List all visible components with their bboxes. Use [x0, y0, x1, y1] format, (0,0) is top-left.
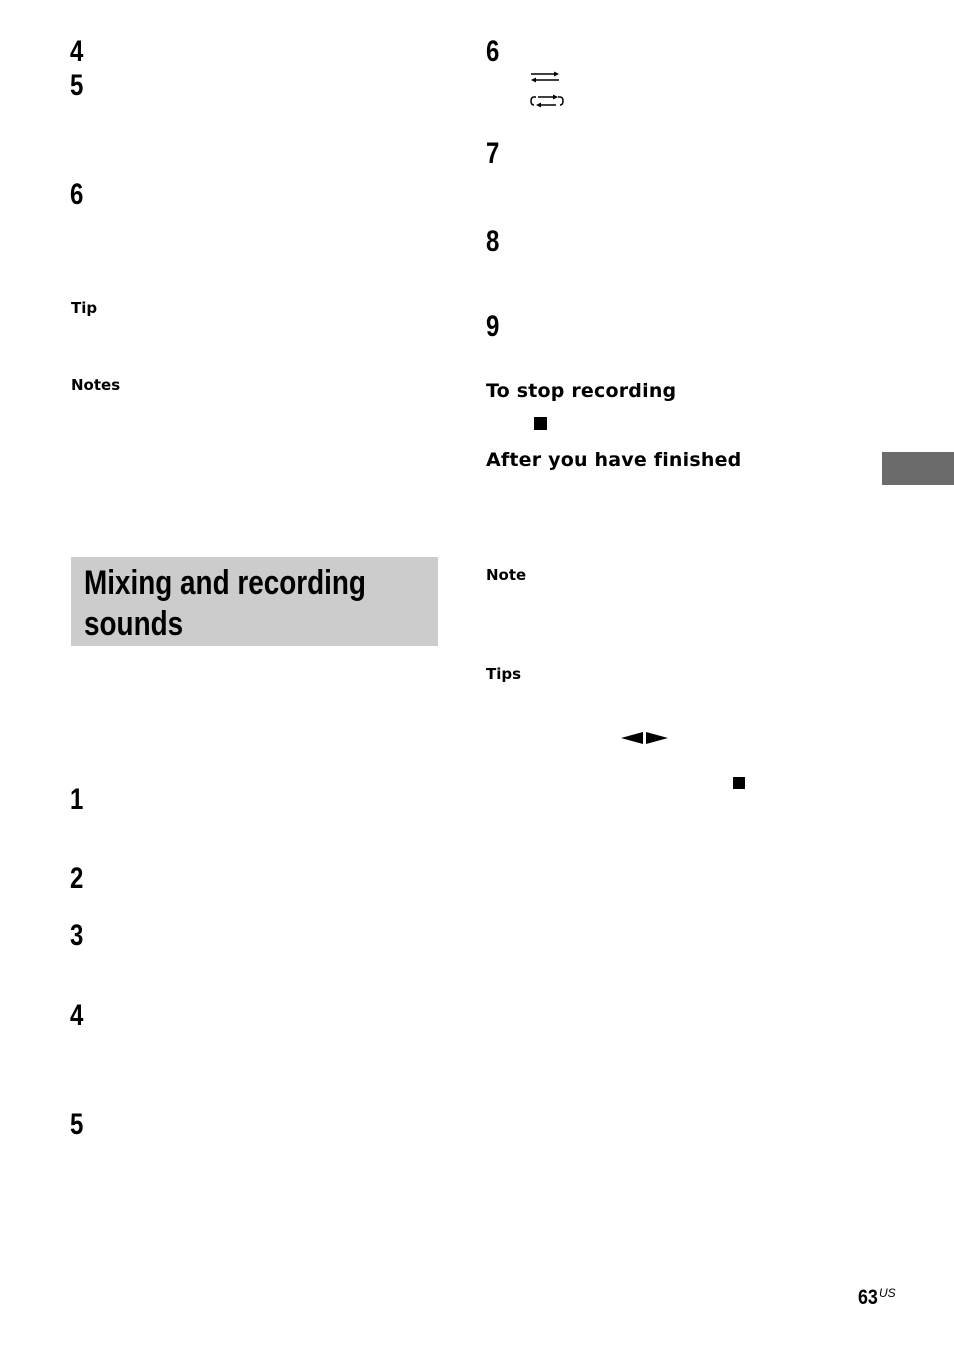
page-number-suffix: US	[879, 1286, 896, 1300]
tip-label: Tip	[71, 299, 98, 317]
step-number: 6	[70, 178, 84, 211]
step-number: 3	[70, 919, 84, 952]
step-number: 9	[486, 310, 500, 343]
notes-label: Notes	[71, 376, 121, 394]
stop-recording-heading: To stop recording	[486, 380, 677, 402]
step-number: 4	[70, 35, 84, 68]
step-number: 4	[70, 999, 84, 1032]
play-direction-icon	[621, 732, 668, 744]
section-title: Mixing and recording sounds	[84, 563, 366, 645]
section-title-line: sounds	[84, 605, 184, 643]
repeat-arrows-icon	[531, 71, 559, 83]
stop-icon	[534, 417, 547, 430]
note-label: Note	[486, 566, 527, 584]
step-number: 6	[486, 35, 500, 68]
section-title-line: Mixing and recording	[84, 564, 366, 602]
page-number: 63	[858, 1286, 878, 1309]
step-number: 7	[486, 137, 500, 170]
section-heading-box: Mixing and recording sounds	[71, 557, 438, 646]
step-number: 5	[70, 69, 84, 102]
step-number: 5	[70, 1108, 84, 1141]
tips-label: Tips	[486, 665, 522, 683]
section-tab-marker	[882, 452, 954, 485]
step-number: 1	[70, 783, 84, 816]
step-number: 2	[70, 862, 84, 895]
after-finished-heading: After you have finished	[486, 449, 742, 471]
step-number: 8	[486, 225, 500, 258]
stop-icon	[733, 777, 745, 789]
repeat-loop-icon	[530, 94, 564, 108]
